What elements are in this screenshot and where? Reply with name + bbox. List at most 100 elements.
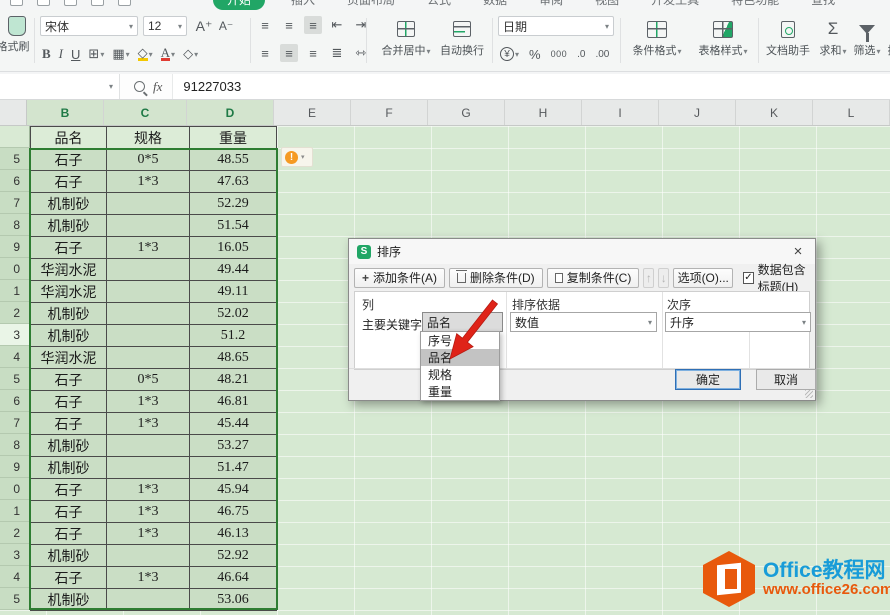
row-header[interactable]: 8	[0, 214, 30, 236]
cell-weight[interactable]: 51.54	[190, 215, 277, 237]
move-up-button[interactable]: ↑	[643, 268, 654, 288]
header-cell-spec[interactable]: 规格	[107, 127, 190, 149]
cell-product[interactable]: 石子	[30, 501, 107, 523]
menu-tab[interactable]: 开发工具	[645, 0, 705, 10]
row-header[interactable]: 6	[0, 390, 30, 412]
fx-icon[interactable]: fx	[153, 79, 162, 95]
cell-weight[interactable]: 46.64	[190, 567, 277, 589]
cell-weight[interactable]: 53.06	[190, 589, 277, 611]
cell-weight[interactable]: 16.05	[190, 237, 277, 259]
column-header[interactable]: E	[274, 100, 351, 125]
cell-spec[interactable]: 1*3	[107, 479, 190, 501]
column-header[interactable]: D	[187, 100, 274, 125]
row-header[interactable]: 4	[0, 346, 30, 368]
cell-product[interactable]: 石子	[30, 369, 107, 391]
row-header[interactable]: 5	[0, 588, 30, 610]
cell-spec[interactable]	[107, 281, 190, 303]
cell-product[interactable]: 石子	[30, 567, 107, 589]
row-header[interactable]: 8	[0, 434, 30, 456]
cell-product[interactable]: 机制砂	[30, 589, 107, 611]
cell-weight[interactable]: 48.21	[190, 369, 277, 391]
increase-decimal-button[interactable]: .0	[577, 49, 585, 60]
cell-product[interactable]: 机制砂	[30, 193, 107, 215]
dropdown-option[interactable]: 序号	[421, 332, 499, 349]
font-color-button[interactable]: A▾	[161, 47, 175, 61]
cell-weight[interactable]: 52.02	[190, 303, 277, 325]
row-header[interactable]	[0, 126, 30, 148]
underline-button[interactable]: U	[71, 47, 80, 62]
cell-product[interactable]: 石子	[30, 413, 107, 435]
thousands-format-button[interactable]: 000	[551, 49, 568, 59]
cell-product[interactable]: 机制砂	[30, 303, 107, 325]
format-painter-button[interactable]: 格式刷	[2, 14, 32, 54]
font-size-select[interactable]: 12▾	[143, 16, 187, 36]
menu-tab[interactable]: 公式	[421, 0, 457, 10]
row-header[interactable]: 2	[0, 522, 30, 544]
sort-key-select[interactable]: 品名	[422, 312, 503, 332]
dropdown-option[interactable]: 规格	[421, 366, 499, 383]
menu-tab[interactable]: 查找	[805, 0, 841, 10]
table-style-button[interactable]: 表格样式▾	[692, 16, 754, 58]
cell-spec[interactable]	[107, 303, 190, 325]
number-format-select[interactable]: 日期▾	[498, 16, 614, 36]
increase-indent-icon[interactable]: ⇥	[352, 16, 370, 34]
clear-format-button[interactable]: ◇▾	[183, 46, 198, 62]
row-header[interactable]: 1	[0, 280, 30, 302]
fill-color-button[interactable]: ◇▾	[138, 47, 153, 61]
options-button[interactable]: 选项(O)...	[673, 268, 733, 288]
align-top-icon[interactable]: ≡	[256, 16, 274, 34]
cell-product[interactable]: 机制砂	[30, 457, 107, 479]
cell-weight[interactable]: 47.63	[190, 171, 277, 193]
column-header[interactable]: F	[351, 100, 428, 125]
cell-spec[interactable]: 1*3	[107, 391, 190, 413]
align-center-icon[interactable]: ≡	[280, 44, 298, 62]
bold-button[interactable]: B	[42, 46, 51, 62]
add-condition-button[interactable]: + 添加条件(A)	[354, 268, 445, 288]
filter-button[interactable]: 筛选▾	[850, 16, 884, 58]
name-box[interactable]: ▾	[0, 74, 120, 99]
row-header[interactable]: 7	[0, 192, 30, 214]
cell-product[interactable]: 机制砂	[30, 435, 107, 457]
cell-product[interactable]: 石子	[30, 391, 107, 413]
preview-icon[interactable]	[64, 0, 77, 6]
cell-weight[interactable]: 48.65	[190, 347, 277, 369]
menu-tab[interactable]: 审阅	[533, 0, 569, 10]
menu-tab[interactable]: 特色功能	[725, 0, 785, 10]
cancel-button[interactable]: 取消	[756, 369, 816, 390]
cell-weight[interactable]: 45.94	[190, 479, 277, 501]
conditional-format-button[interactable]: 条件格式▾	[626, 16, 688, 58]
row-header[interactable]: 9	[0, 456, 30, 478]
cell-product[interactable]: 华润水泥	[30, 347, 107, 369]
has-header-checkbox[interactable]: ✓ 数据包含标题(H)	[743, 261, 810, 295]
close-icon[interactable]: ×	[789, 243, 807, 260]
cell-spec[interactable]	[107, 457, 190, 479]
menu-tab[interactable]: 插入	[285, 0, 321, 10]
cell-product[interactable]: 石子	[30, 237, 107, 259]
row-header[interactable]: 3	[0, 324, 30, 346]
header-cell-product[interactable]: 品名	[30, 127, 107, 149]
doc-assistant-button[interactable]: 文档助手	[762, 16, 814, 58]
sort-button[interactable]: AZ↓ 排序▾	[884, 16, 890, 58]
row-header[interactable]: 7	[0, 412, 30, 434]
borders-button[interactable]: ⊞▾	[88, 46, 104, 62]
row-header[interactable]: 0	[0, 478, 30, 500]
row-header[interactable]: 0	[0, 258, 30, 280]
order-select[interactable]: 升序 ▾	[665, 312, 811, 332]
column-header[interactable]: K	[736, 100, 813, 125]
row-header[interactable]: 1	[0, 500, 30, 522]
cell-weight[interactable]: 52.92	[190, 545, 277, 567]
cell-weight[interactable]: 53.27	[190, 435, 277, 457]
percent-format-button[interactable]: %	[529, 47, 541, 62]
delete-condition-button[interactable]: 删除条件(D)	[449, 268, 543, 288]
menu-tab[interactable]: 数据	[477, 0, 513, 10]
distribute-icon[interactable]: ⇿	[352, 44, 370, 62]
italic-button[interactable]: I	[59, 46, 63, 62]
cell-spec[interactable]: 1*3	[107, 567, 190, 589]
column-header[interactable]: I	[582, 100, 659, 125]
cell-weight[interactable]: 51.47	[190, 457, 277, 479]
cell-spec[interactable]	[107, 545, 190, 567]
cell-spec[interactable]: 0*5	[107, 369, 190, 391]
align-middle-icon[interactable]: ≡	[280, 16, 298, 34]
cell-spec[interactable]: 1*3	[107, 523, 190, 545]
cell-product[interactable]: 机制砂	[30, 215, 107, 237]
